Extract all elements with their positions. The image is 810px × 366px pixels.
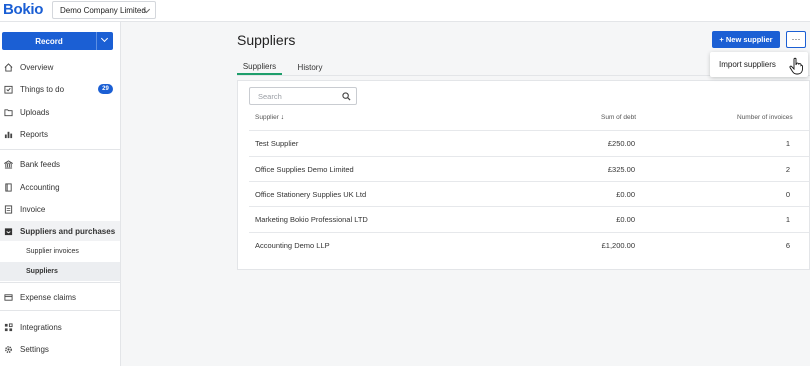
integrations-icon bbox=[4, 322, 13, 331]
card-icon bbox=[4, 293, 13, 301]
invoice-icon bbox=[4, 204, 13, 214]
sidebar-item-label: Suppliers and purchases bbox=[20, 226, 116, 236]
sidebar-subitem-supplier-invoices[interactable]: Supplier invoices bbox=[0, 242, 120, 261]
bank-icon bbox=[4, 159, 13, 169]
sum-of-debt: £0.00 bbox=[616, 215, 635, 224]
supplier-name: Test Supplier bbox=[255, 139, 299, 148]
supplier-name: Office Supplies Demo Limited bbox=[255, 165, 354, 174]
table-row[interactable]: Test Supplier £250.00 1 bbox=[249, 130, 809, 155]
sidebar-item-suppliers-and-purchases[interactable]: Suppliers and purchases bbox=[0, 221, 120, 241]
sidebar-item-settings[interactable]: Settings bbox=[0, 339, 120, 359]
top-bar: Bokio Demo Company Limited bbox=[0, 0, 810, 22]
table-row[interactable]: Accounting Demo LLP £1,200.00 6 bbox=[249, 232, 809, 257]
sidebar-item-label: Uploads bbox=[20, 107, 50, 117]
sidebar-item-integrations[interactable]: Integrations bbox=[0, 317, 120, 337]
sidebar-item-label: Accounting bbox=[20, 182, 60, 192]
sidebar-item-uploads[interactable]: Uploads bbox=[0, 102, 120, 122]
number-of-invoices: 1 bbox=[785, 139, 790, 148]
supplier-name: Marketing Bokio Professional LTD bbox=[255, 215, 368, 224]
sidebar-item-label: Reports bbox=[20, 129, 49, 139]
page-title: Suppliers bbox=[237, 32, 296, 48]
supplier-name: Accounting Demo LLP bbox=[255, 241, 330, 250]
checklist-icon bbox=[4, 85, 13, 94]
search-icon[interactable] bbox=[342, 92, 351, 101]
number-of-invoices: 2 bbox=[785, 165, 790, 174]
sidebar-divider bbox=[0, 149, 120, 150]
search-field[interactable] bbox=[249, 87, 357, 105]
menu-item-label: Import suppliers bbox=[719, 60, 776, 69]
hand-cursor-icon bbox=[789, 57, 803, 75]
sidebar-subitem-suppliers[interactable]: Suppliers bbox=[0, 262, 120, 281]
sidebar-item-bank-feeds[interactable]: Bank feeds bbox=[0, 154, 120, 174]
supplier-name: Office Stationery Supplies UK Ltd bbox=[255, 190, 367, 199]
company-name: Demo Company Limited bbox=[60, 5, 146, 15]
sidebar-item-label: Expense claims bbox=[20, 292, 77, 302]
column-header-label: Supplier bbox=[255, 114, 279, 121]
sidebar-item-things-to-do[interactable]: Things to do 29 bbox=[0, 79, 120, 99]
sidebar-item-label: Settings bbox=[20, 344, 49, 354]
search-input[interactable] bbox=[258, 91, 338, 101]
inbox-icon bbox=[4, 227, 13, 235]
sidebar-item-label: Integrations bbox=[20, 322, 62, 332]
folder-icon bbox=[4, 108, 13, 116]
table-row[interactable]: Office Stationery Supplies UK Ltd £0.00 … bbox=[249, 181, 809, 206]
table-row[interactable]: Marketing Bokio Professional LTD £0.00 1 bbox=[249, 206, 809, 231]
new-supplier-button[interactable]: + New supplier bbox=[712, 31, 780, 48]
bokio-logo[interactable]: Bokio bbox=[3, 1, 43, 18]
sidebar-divider bbox=[0, 282, 120, 283]
sum-of-debt: £250.00 bbox=[607, 139, 635, 148]
sidebar-item-label: Things to do bbox=[20, 84, 65, 94]
sidebar: Record Overview Things to do 29 Uploads … bbox=[0, 22, 121, 366]
record-dropdown-button[interactable] bbox=[96, 32, 113, 50]
gear-icon bbox=[5, 345, 12, 353]
number-of-invoices: 6 bbox=[785, 241, 790, 250]
number-of-invoices: 0 bbox=[785, 190, 790, 199]
sum-of-debt: £0.00 bbox=[616, 190, 635, 199]
tab-history[interactable]: History bbox=[290, 60, 330, 75]
sort-down-arrow-icon: ↓ bbox=[280, 114, 285, 121]
sum-of-debt: £325.00 bbox=[607, 165, 635, 174]
sidebar-item-invoice[interactable]: Invoice bbox=[0, 199, 120, 219]
sidebar-item-accounting[interactable]: Accounting bbox=[0, 177, 120, 197]
table-row[interactable]: Office Supplies Demo Limited £325.00 2 bbox=[249, 156, 809, 181]
column-header-invoices[interactable]: Number of invoices bbox=[737, 114, 793, 121]
number-of-invoices: 1 bbox=[785, 215, 790, 224]
todo-count-badge: 29 bbox=[98, 84, 113, 94]
sidebar-item-label: Bank feeds bbox=[20, 159, 61, 169]
home-icon bbox=[4, 62, 13, 72]
sidebar-item-expense-claims[interactable]: Expense claims bbox=[0, 287, 120, 307]
column-header-debt[interactable]: Sum of debt bbox=[601, 114, 636, 121]
sidebar-item-reports[interactable]: Reports bbox=[0, 124, 120, 144]
column-header-supplier[interactable]: Supplier ↓ bbox=[255, 114, 284, 121]
record-button[interactable]: Record bbox=[2, 32, 96, 50]
book-icon bbox=[5, 182, 12, 192]
company-selector[interactable]: Demo Company Limited bbox=[52, 1, 156, 19]
sidebar-item-label: Overview bbox=[20, 62, 54, 72]
tab-suppliers[interactable]: Suppliers bbox=[237, 60, 282, 75]
sidebar-item-overview[interactable]: Overview bbox=[0, 57, 120, 77]
chevron-down-icon bbox=[100, 34, 109, 43]
sidebar-item-label: Invoice bbox=[20, 204, 46, 214]
sum-of-debt: £1,200.00 bbox=[601, 241, 635, 250]
more-options-button[interactable]: ··· bbox=[786, 31, 806, 48]
sidebar-divider bbox=[0, 310, 120, 311]
bar-chart-icon bbox=[4, 131, 13, 138]
